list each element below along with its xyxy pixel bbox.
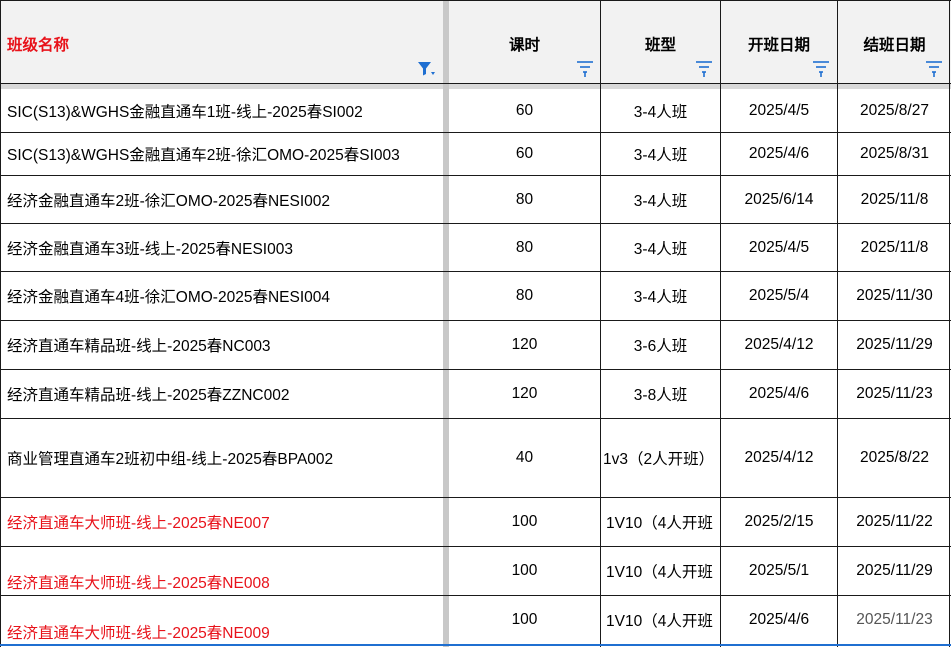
grid-line <box>0 418 951 419</box>
table-row-start[interactable]: 2025/5/1 <box>721 547 837 595</box>
table-row-start[interactable]: 2025/2/15 <box>721 498 837 546</box>
header-type-label: 班型 <box>644 37 676 54</box>
grid-line <box>0 83 951 84</box>
grid-line <box>0 595 951 596</box>
grid-line <box>0 223 951 224</box>
grid-line <box>0 271 951 272</box>
table-row-start[interactable]: 2025/6/14 <box>721 176 837 223</box>
table-row-type[interactable]: 1v3（2人开班） <box>601 419 720 497</box>
grid-line <box>0 175 951 176</box>
header-class-name[interactable]: 班级名称 <box>0 0 443 83</box>
filter-icon[interactable] <box>695 60 713 78</box>
table-row-end[interactable]: 2025/11/8 <box>838 224 951 271</box>
grid-line <box>0 0 1 647</box>
table-row-end[interactable]: 2025/11/23 <box>838 370 951 418</box>
table-row-hours[interactable]: 80 <box>449 272 600 320</box>
header-start-date-label: 开班日期 <box>747 37 810 54</box>
table-row-type[interactable]: 3-8人班 <box>601 370 720 418</box>
table-row-type[interactable]: 3-6人班 <box>601 321 720 369</box>
table-row-type[interactable]: 3-4人班 <box>601 224 720 271</box>
filter-icon[interactable] <box>812 60 830 78</box>
table-row-hours[interactable]: 120 <box>449 321 600 369</box>
table-row-hours[interactable]: 120 <box>449 370 600 418</box>
selection-border <box>0 644 951 646</box>
table-row-start[interactable]: 2025/4/6 <box>721 596 837 644</box>
table-row-hours[interactable]: 100 <box>449 498 600 546</box>
table-row-hours[interactable]: 40 <box>449 419 600 497</box>
table-row-end[interactable]: 2025/11/8 <box>838 176 951 223</box>
table-row-name[interactable]: 经济直通车大师班-线上-2025春NE008 <box>0 547 443 595</box>
filter-icon[interactable] <box>576 60 594 78</box>
table-row-end[interactable]: 2025/8/22 <box>838 419 951 497</box>
table-row-hours[interactable]: 60 <box>449 89 600 132</box>
table-row-end[interactable]: 2025/11/29 <box>838 321 951 369</box>
filter-icon[interactable] <box>925 60 943 78</box>
table-row-name[interactable]: SIC(S13)&WGHS金融直通车1班-线上-2025春SI002 <box>0 89 443 132</box>
table-row-name[interactable]: 经济直通车大师班-线上-2025春NE009 <box>0 596 443 647</box>
table-row-end[interactable]: 2025/11/22 <box>838 498 951 546</box>
header-hours-label: 课时 <box>508 37 540 54</box>
table-row-hours[interactable]: 60 <box>449 133 600 175</box>
table-row-name[interactable]: 经济金融直通车4班-徐汇OMO-2025春NESI004 <box>0 272 443 320</box>
table-row-type[interactable]: 3-4人班 <box>601 89 720 132</box>
table-row-hours[interactable]: 100 <box>449 547 600 595</box>
table-row-name[interactable]: 经济直通车精品班-线上-2025春ZZNC002 <box>0 370 443 418</box>
grid-line <box>0 546 951 547</box>
table-row-end[interactable]: 2025/8/31 <box>838 133 951 175</box>
grid-line <box>837 0 838 647</box>
table-row-name[interactable]: 商业管理直通车2班初中组-线上-2025春BPA002 <box>0 419 443 497</box>
table-row-end[interactable]: 2025/11/30 <box>838 272 951 320</box>
table-row-hours[interactable]: 100 <box>449 596 600 644</box>
table-row-start[interactable]: 2025/5/4 <box>721 272 837 320</box>
grid-line <box>0 320 951 321</box>
table-row-start[interactable]: 2025/4/6 <box>721 133 837 175</box>
table-row-type[interactable]: 3-4人班 <box>601 176 720 223</box>
grid-line <box>0 132 951 133</box>
table-row-type[interactable]: 1V10（4人开班 <box>601 596 720 644</box>
frozen-pane-divider <box>443 0 449 647</box>
table-row-type[interactable]: 3-4人班 <box>601 272 720 320</box>
table-row-type[interactable]: 1V10（4人开班 <box>601 498 720 546</box>
table-row-name[interactable]: 经济金融直通车2班-徐汇OMO-2025春NESI002 <box>0 176 443 223</box>
table-row-name[interactable]: 经济直通车大师班-线上-2025春NE007 <box>0 498 443 546</box>
table-row-type[interactable]: 3-4人班 <box>601 133 720 175</box>
grid-line <box>0 369 951 370</box>
table-row-hours[interactable]: 80 <box>449 224 600 271</box>
table-row-end[interactable]: 2025/8/27 <box>838 89 951 132</box>
grid-line <box>720 0 721 647</box>
table-row-start[interactable]: 2025/4/5 <box>721 89 837 132</box>
grid-line <box>0 0 951 1</box>
spreadsheet: 班级名称 课时 班型 开班日期 结班日期 SIC(S13)&WGHS金融直通车1… <box>0 0 951 647</box>
header-class-name-label: 班级名称 <box>7 37 70 54</box>
table-row-hours[interactable]: 80 <box>449 176 600 223</box>
grid-line <box>600 0 601 647</box>
header-end-date-label: 结班日期 <box>863 37 926 54</box>
grid-line <box>0 497 951 498</box>
grid-line <box>949 0 950 647</box>
table-row-name[interactable]: 经济金融直通车3班-线上-2025春NESI003 <box>0 224 443 271</box>
table-row-start[interactable]: 2025/4/6 <box>721 370 837 418</box>
table-row-name[interactable]: 经济直通车精品班-线上-2025春NC003 <box>0 321 443 369</box>
table-row-type[interactable]: 1V10（4人开班 <box>601 547 720 595</box>
filter-active-icon[interactable] <box>417 60 435 78</box>
table-row-start[interactable]: 2025/4/12 <box>721 419 837 497</box>
table-row-start[interactable]: 2025/4/12 <box>721 321 837 369</box>
table-row-end[interactable]: 2025/11/29 <box>838 547 951 595</box>
table-row-end[interactable]: 2025/11/23 <box>838 596 951 644</box>
table-row-start[interactable]: 2025/4/5 <box>721 224 837 271</box>
table-row-name[interactable]: SIC(S13)&WGHS金融直通车2班-徐汇OMO-2025春SI003 <box>0 133 443 175</box>
